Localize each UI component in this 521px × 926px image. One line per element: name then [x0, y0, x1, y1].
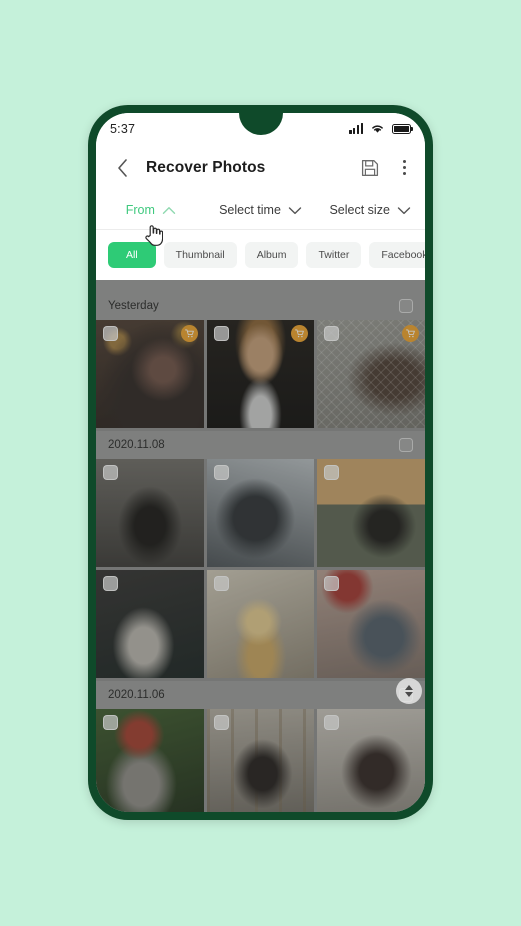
app-bar: Recover Photos [96, 144, 425, 191]
save-button[interactable] [361, 159, 379, 177]
filter-select-time-label: Select time [219, 203, 281, 217]
date-header-label: 2020.11.08 [108, 439, 165, 451]
menu-dot [403, 172, 406, 175]
photo-thumbnail[interactable] [96, 320, 204, 428]
photo-thumbnail[interactable] [317, 709, 425, 812]
photo-row [96, 570, 425, 681]
photo-checkbox[interactable] [103, 576, 118, 591]
photo-checkbox[interactable] [324, 465, 340, 480]
group-checkbox[interactable] [399, 438, 413, 452]
photo-thumbnail[interactable] [96, 709, 204, 812]
chip-album[interactable]: Album [244, 242, 299, 268]
scroll-indicator[interactable] [396, 678, 422, 704]
filter-row: From Select time Select size [96, 191, 425, 246]
chevron-up-icon [162, 206, 176, 214]
photo-checkbox[interactable] [103, 465, 118, 480]
filter-from-label: From [125, 203, 155, 217]
wifi-icon [372, 125, 383, 133]
date-header-label: 2020.11.06 [108, 689, 165, 701]
date-header-label: Yesterday [108, 300, 159, 312]
photo-thumbnail[interactable] [317, 570, 425, 678]
cart-badge [180, 325, 198, 342]
status-icons [349, 123, 414, 134]
chevron-down-icon [397, 206, 411, 214]
shopping-cart-icon [406, 329, 415, 338]
photo-checkbox[interactable] [213, 326, 229, 341]
overflow-menu-button[interactable] [399, 158, 410, 177]
chip-facebook[interactable]: Facebook [369, 242, 425, 268]
battery-icon [392, 123, 414, 134]
cart-badge [402, 325, 420, 342]
filter-select-time[interactable]: Select time [206, 203, 316, 217]
partial-date-header [96, 280, 425, 292]
photo-row [96, 459, 425, 570]
filter-from[interactable]: From [96, 203, 206, 246]
photo-gallery[interactable]: Yesterday 2020.11.08 2020.11.06 [96, 280, 425, 812]
photo-thumbnail[interactable] [96, 459, 204, 567]
photo-checkbox[interactable] [324, 715, 340, 730]
photo-thumbnail[interactable] [317, 459, 425, 567]
status-time: 5:37 [110, 121, 136, 136]
shopping-cart-icon [295, 329, 305, 338]
photo-checkbox[interactable] [103, 715, 118, 730]
date-header-2020-11-08: 2020.11.08 [96, 431, 425, 459]
chevron-down-icon [288, 206, 302, 214]
photo-row [96, 709, 425, 812]
scroll-down-icon [405, 692, 413, 697]
phone-screen: 5:37 Recover Photos From Select time Sel… [96, 113, 425, 812]
photo-thumbnail[interactable] [317, 320, 425, 428]
date-header-2020-11-06: 2020.11.06 [96, 681, 425, 709]
photo-checkbox[interactable] [103, 326, 118, 341]
back-button[interactable] [111, 157, 133, 179]
photo-thumbnail[interactable] [96, 570, 204, 678]
phone-frame: 5:37 Recover Photos From Select time Sel… [88, 105, 433, 820]
shopping-cart-icon [184, 329, 194, 338]
floppy-disk-save-icon [361, 159, 379, 176]
chip-row: All Thumbnail Album Twitter Facebook [96, 230, 425, 280]
chip-all[interactable]: All [108, 242, 156, 268]
photo-row [96, 320, 425, 431]
page-title: Recover Photos [146, 158, 266, 176]
photo-checkbox[interactable] [213, 465, 229, 480]
chevron-left-icon [117, 158, 127, 177]
photo-checkbox[interactable] [213, 576, 229, 591]
photo-checkbox[interactable] [213, 715, 229, 730]
scroll-up-icon [405, 685, 413, 690]
menu-dot [403, 166, 406, 169]
photo-thumbnail[interactable] [206, 320, 315, 428]
chip-thumbnail[interactable]: Thumbnail [163, 242, 237, 268]
photo-thumbnail[interactable] [206, 459, 315, 567]
app-bar-actions [361, 158, 410, 177]
filter-select-size[interactable]: Select size [315, 203, 425, 217]
photo-checkbox[interactable] [324, 576, 340, 591]
photo-thumbnail[interactable] [206, 709, 315, 812]
signal-bars-icon [349, 123, 363, 134]
photo-thumbnail[interactable] [206, 570, 315, 678]
photo-checkbox[interactable] [324, 326, 340, 341]
menu-dot [403, 160, 406, 163]
group-checkbox[interactable] [399, 299, 413, 313]
filter-select-size-label: Select size [329, 203, 390, 217]
chip-twitter[interactable]: Twitter [306, 242, 362, 268]
date-header-yesterday: Yesterday [96, 292, 425, 320]
